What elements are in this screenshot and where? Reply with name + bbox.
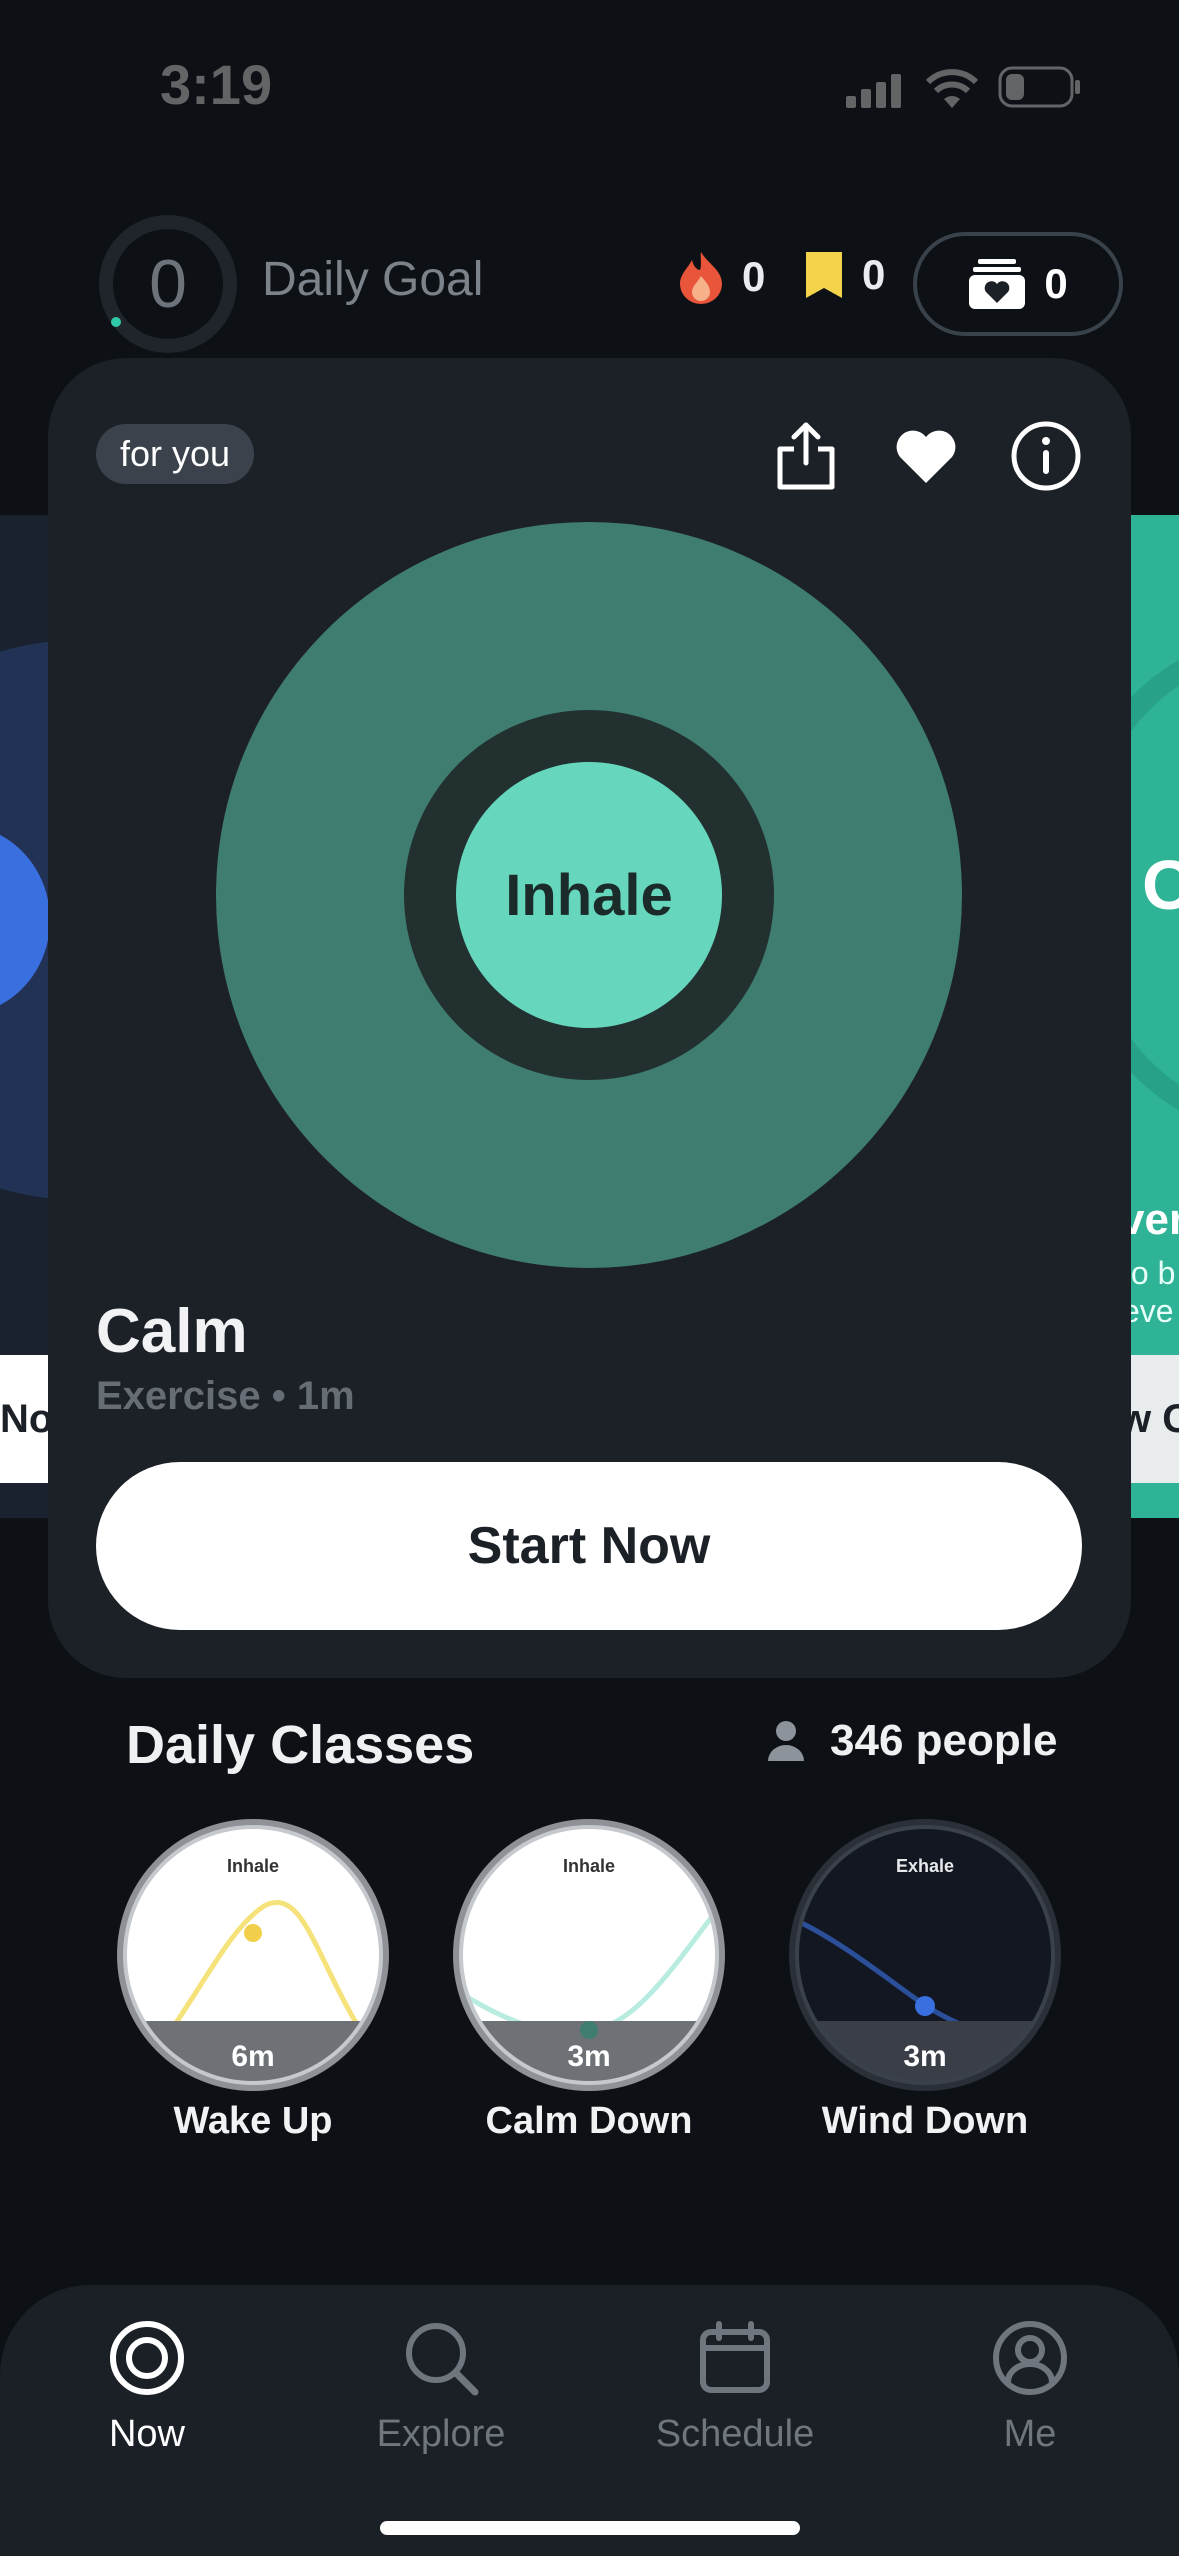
breath-core[interactable]: Inhale	[456, 762, 722, 1028]
class-duration-wind-down: 3m	[903, 2040, 947, 2073]
tab-now[interactable]: Now	[27, 2318, 267, 2456]
share-icon	[777, 422, 835, 490]
calendar-icon	[700, 2321, 770, 2393]
tab-me[interactable]: Me	[910, 2318, 1150, 2456]
search-icon	[406, 2323, 479, 2396]
badge-count: 0	[862, 251, 886, 298]
tab-now-label: Now	[108, 2413, 186, 2455]
profile-icon	[993, 2321, 1067, 2395]
class-phase-wake-up: Inhale	[226, 1856, 279, 1876]
start-now-button[interactable]: Start Now	[96, 1462, 1082, 1630]
class-label-calm-down[interactable]: Calm Down	[439, 2100, 739, 2143]
class-phase-calm-down: Inhale	[562, 1856, 615, 1876]
breath-phase-label: Inhale	[505, 862, 673, 928]
class-phase-wind-down: Exhale	[895, 1856, 955, 1876]
class-label-wake-up[interactable]: Wake Up	[103, 2100, 403, 2143]
saved-heart-stack-icon	[969, 259, 1026, 309]
streak-count: 0	[742, 253, 766, 300]
saved-collection-button[interactable]: 0	[913, 232, 1123, 336]
class-duration-calm-down: 3m	[567, 2040, 611, 2073]
info-button[interactable]	[1010, 420, 1082, 492]
participants-label: 346 people	[830, 1716, 1058, 1765]
tab-me-label: Me	[1003, 2413, 1057, 2455]
class-label-wind-down[interactable]: Wind Down	[775, 2100, 1075, 2143]
exercise-title: Calm	[96, 1297, 248, 1366]
home-indicator[interactable]	[380, 2521, 800, 2535]
share-button[interactable]	[770, 420, 842, 492]
for-you-badge: for you	[96, 424, 255, 484]
daily-goal-label[interactable]: Daily Goal	[262, 252, 483, 307]
heart-icon	[896, 430, 956, 483]
battery-icon	[998, 66, 1080, 108]
class-duration-wake-up: 6m	[231, 2040, 275, 2073]
info-icon	[1011, 421, 1081, 491]
target-icon	[110, 2321, 184, 2395]
daily-goal-value: 0	[149, 246, 187, 322]
exercise-subtitle: Exercise • 1m	[96, 1374, 355, 1418]
flame-icon	[680, 252, 722, 304]
bookmark-badge-icon	[806, 252, 842, 298]
streak-stat[interactable]: 0	[678, 250, 765, 304]
side-big-text: O	[1142, 846, 1179, 924]
daily-classes-title: Daily Classes	[126, 1715, 475, 1775]
tab-schedule[interactable]: Schedule	[615, 2318, 855, 2456]
tab-schedule-label: Schedule	[655, 2413, 815, 2455]
status-time: 3:19	[160, 53, 273, 116]
start-now-label: Start Now	[467, 1517, 711, 1575]
favorite-button[interactable]	[890, 420, 962, 492]
tab-explore-label: Explore	[376, 2413, 506, 2455]
cellular-signal-icon	[846, 74, 901, 108]
wifi-icon	[925, 69, 979, 108]
participants-count: 346 people	[766, 1716, 1057, 1766]
person-icon	[768, 1721, 804, 1761]
badge-stat[interactable]: 0	[804, 250, 885, 300]
saved-count: 0	[1044, 260, 1068, 307]
status-bar: 3:19	[0, 0, 1179, 170]
tab-explore[interactable]: Explore	[321, 2318, 561, 2456]
